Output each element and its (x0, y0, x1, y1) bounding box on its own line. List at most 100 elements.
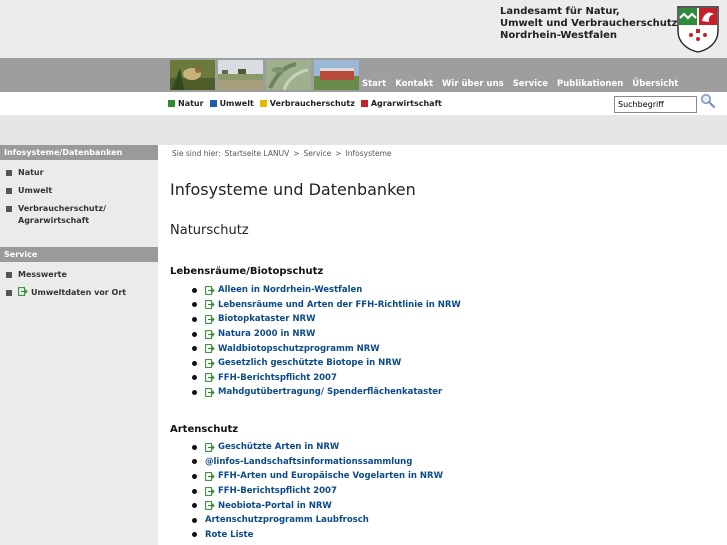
content-link-label: Rote Liste (205, 529, 254, 540)
bullet-dot-icon (192, 532, 197, 538)
content-link[interactable]: Natura 2000 in NRW (192, 327, 461, 342)
breadcrumb-separator: > (335, 149, 342, 158)
sidebar-list: Natur Umwelt Verbraucherschutz/ Agrarwir… (0, 160, 158, 237)
sidebar-item-label: Umwelt (18, 186, 53, 195)
section-title: Naturschutz (170, 223, 249, 238)
theme-label: Umwelt (219, 99, 254, 108)
link-list-lebensraeume: Alleen in Nordrhein-Westfalen Lebensräume… (192, 283, 461, 400)
breadcrumb-current: Infosysteme (345, 149, 392, 158)
nature-photo-icon (170, 60, 215, 90)
red-square-icon (360, 100, 368, 107)
bullet-dot-icon (192, 517, 197, 523)
bullet-dot-icon (192, 444, 197, 450)
bullet-dot-icon (192, 360, 197, 366)
sidebar-item-verbraucherschutz[interactable]: Verbraucherschutz/ Agrarwirtschaft (0, 201, 158, 231)
nav-start[interactable]: Start (362, 79, 386, 89)
bullet-dot-icon (192, 473, 197, 479)
content-link[interactable]: @linfos-Landschaftsinformationssammlung (192, 455, 443, 470)
green-square-icon (168, 100, 175, 107)
content-link[interactable]: Rote Liste (192, 528, 443, 543)
sidebar-item-label: Verbraucherschutz/ Agrarwirtschaft (18, 204, 106, 225)
sidebar-item-text: Umweltdaten vor Ort (18, 287, 126, 299)
content-link-label: @linfos-Landschaftsinformationssammlung (205, 456, 413, 467)
content-link-label: Lebensräume und Arten der FFH-Richtlinie… (218, 299, 461, 310)
nav-service[interactable]: Service (513, 79, 548, 89)
content-link[interactable]: FFH-Berichtspflicht 2007 (192, 371, 461, 386)
nav-wir-ueber-uns[interactable]: Wir über uns (442, 79, 504, 89)
agency-line: Umwelt und Verbraucherschutz (500, 18, 678, 29)
content-link[interactable]: Geschützte Arten in NRW (192, 440, 443, 455)
breadcrumb: Sie sind hier: Startseite LANUV > Servic… (172, 149, 392, 158)
content-link[interactable]: FFH-Berichtspflicht 2007 (192, 484, 443, 499)
breadcrumb-link-startseite[interactable]: Startseite LANUV (225, 149, 290, 158)
landscape-photo-icon (218, 60, 263, 90)
nav-kontakt[interactable]: Kontakt (395, 79, 433, 89)
magnifier-icon[interactable] (700, 93, 716, 109)
content-link-label: Gesetzlich geschützte Biotope in NRW (218, 358, 402, 369)
external-link-icon (205, 358, 215, 368)
content-link[interactable]: FFH-Arten und Europäische Vogelarten in … (192, 469, 443, 484)
external-link-icon (205, 442, 215, 452)
nrw-coat-of-arms-icon[interactable] (675, 5, 721, 53)
content-link-label: Artenschutzprogramm Laubfrosch (205, 515, 369, 526)
sidebar: Infosysteme/Datenbanken Natur Umwelt Ver… (0, 145, 158, 545)
agency-line: Nordrhein-Westfalen (500, 30, 618, 41)
square-bullet-icon (6, 188, 12, 194)
search-input[interactable] (614, 96, 697, 113)
content-link[interactable]: Alleen in Nordrhein-Westfalen (192, 283, 461, 298)
square-bullet-icon (6, 170, 12, 176)
bullet-dot-icon (192, 488, 197, 494)
content-link-label: Natura 2000 in NRW (218, 329, 316, 340)
theme-verbraucherschutz[interactable]: Verbraucherschutz (259, 99, 355, 108)
bullet-dot-icon (192, 375, 197, 381)
breadcrumb-separator: > (293, 149, 300, 158)
nav-uebersicht[interactable]: Übersicht (632, 79, 678, 89)
bullet-dot-icon (192, 316, 197, 322)
theme-label: Natur (178, 99, 204, 108)
content-link[interactable]: Artenschutzprogramm Laubfrosch (192, 513, 443, 528)
external-link-icon (205, 472, 215, 481)
external-link-icon (205, 373, 215, 383)
bullet-dot-icon (192, 331, 197, 337)
sidebar-item-umweltdaten[interactable]: Umweltdaten vor Ort (0, 285, 158, 303)
content-link-label: FFH-Berichtspflicht 2007 (218, 486, 337, 497)
bullet-dot-icon (192, 287, 197, 293)
content-link[interactable]: Lebensräume und Arten der FFH-Richtlinie… (192, 298, 461, 313)
theme-agrarwirtschaft[interactable]: Agrarwirtschaft (360, 99, 442, 108)
external-link-icon (205, 388, 215, 397)
sidebar-item-natur[interactable]: Natur (0, 165, 158, 183)
page-title: Infosysteme und Datenbanken (170, 180, 416, 199)
heading-artenschutz: Artenschutz (170, 424, 239, 435)
sidebar-item-label: Messwerte (18, 270, 67, 279)
content-link[interactable]: Mahdgutübertragung/ Spenderflächenkatast… (192, 385, 461, 400)
theme-label: Verbraucherschutz (269, 99, 355, 108)
square-bullet-icon (6, 290, 12, 296)
content-link-label: Biotopkataster NRW (218, 314, 316, 325)
page: Landesamt für Natur, Umwelt und Verbrauc… (0, 0, 727, 545)
content-link[interactable]: Gesetzlich geschützte Biotope in NRW (192, 356, 461, 371)
bullet-dot-icon (192, 389, 197, 395)
content-link[interactable]: Neobiota-Portal in NRW (192, 498, 443, 513)
sidebar-item-umwelt[interactable]: Umwelt (0, 183, 158, 201)
sidebar-item-label: Natur (18, 168, 44, 177)
external-link-icon (205, 486, 215, 496)
building-photo-icon (314, 60, 359, 90)
nav-publikationen[interactable]: Publikationen (557, 79, 623, 89)
content-link[interactable]: Biotopkataster NRW (192, 312, 461, 327)
content-link-label: FFH-Berichtspflicht 2007 (218, 372, 337, 383)
external-link-icon (205, 501, 215, 511)
theme-umwelt[interactable]: Umwelt (209, 99, 254, 108)
content-link-label: Geschützte Arten in NRW (218, 442, 340, 453)
external-link-icon (205, 285, 215, 295)
bullet-dot-icon (192, 302, 197, 308)
external-link-icon (205, 315, 215, 324)
theme-natur[interactable]: Natur (168, 99, 204, 108)
sidebar-item-messwerte[interactable]: Messwerte (0, 267, 158, 285)
content-link-label: Neobiota-Portal in NRW (218, 500, 332, 511)
theme-label: Agrarwirtschaft (370, 99, 442, 108)
sidebar-heading-infosysteme: Infosysteme/Datenbanken (0, 145, 158, 160)
agency-line: Landesamt für Natur, (500, 6, 620, 17)
breadcrumb-link-service[interactable]: Service (304, 149, 332, 158)
content-link[interactable]: Waldbiotopschutzprogramm NRW (192, 341, 461, 356)
